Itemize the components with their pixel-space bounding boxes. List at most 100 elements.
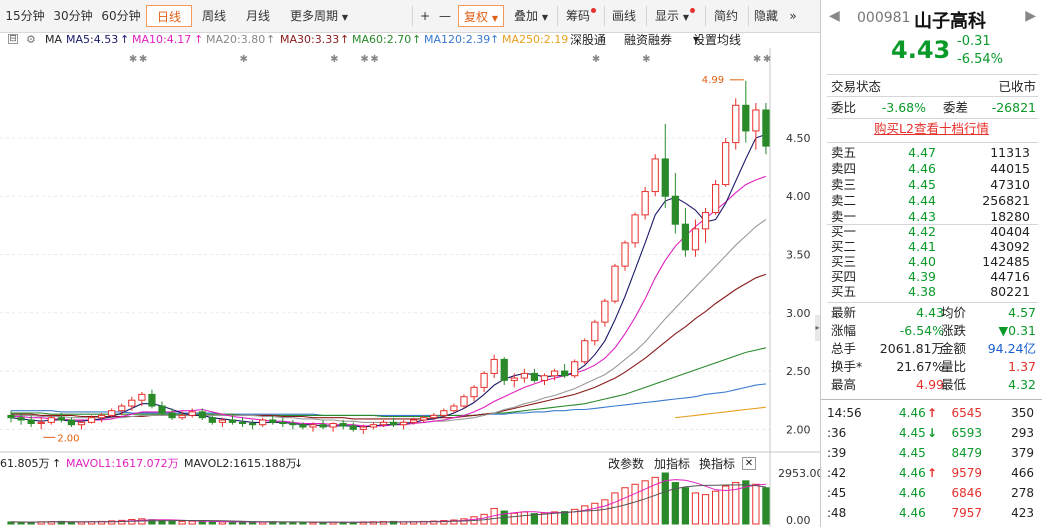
- shenggang-button[interactable]: 深股通: [570, 32, 606, 48]
- ask-row[interactable]: 卖四 4.46 44015: [831, 161, 1036, 177]
- bid-price: 4.39: [908, 269, 936, 284]
- more-periods-dropdown[interactable]: 更多周期 ▼: [284, 5, 354, 27]
- ask-price: 4.46: [908, 161, 936, 176]
- ask-row[interactable]: 卖一 4.43 18280: [831, 209, 1036, 225]
- ask-row[interactable]: 卖五 4.47 11313: [831, 145, 1036, 161]
- gear-icon[interactable]: ⚙: [26, 32, 36, 48]
- period-toolbar: 15分钟 30分钟 60分钟 日线 周线 月线 更多周期 ▼ + — 复权 ▼ …: [0, 0, 820, 33]
- change-param-button[interactable]: 改参数: [608, 456, 644, 472]
- bid-row[interactable]: 买三 4.40 142485: [831, 254, 1036, 269]
- volume-bar: [218, 521, 227, 525]
- ask-price: 4.43: [908, 209, 936, 224]
- display-dropdown[interactable]: 显示 ▼: [648, 5, 702, 27]
- event-markers: ✱ ✱ ✱ ✱ ✱ ✱ ✱ ✱ ✱ ✱: [43, 54, 771, 438]
- period-15min-button[interactable]: 15分钟: [2, 5, 48, 27]
- toggle-chart-icon[interactable]: ⊟: [8, 34, 18, 44]
- tick-row: :39 4.45 8479 379: [821, 444, 1038, 462]
- draw-line-button[interactable]: 画线: [606, 5, 642, 27]
- next-stock-icon[interactable]: ▶: [1025, 8, 1036, 24]
- period-weekly-button[interactable]: 周线: [194, 5, 234, 27]
- candle: [631, 212, 639, 248]
- stat-value: 4.43: [916, 305, 944, 320]
- ask-row[interactable]: 卖三 4.45 47310: [831, 177, 1036, 193]
- margin-button[interactable]: 融资融券: [624, 32, 672, 48]
- switch-indicator-button[interactable]: 换指标: [699, 456, 735, 472]
- tick-row: :45 4.46 6846 278: [821, 484, 1038, 502]
- candle: [128, 396, 136, 411]
- add-indicator-button[interactable]: 加指标: [654, 456, 690, 472]
- event-marker-icon[interactable]: ✱: [139, 54, 147, 65]
- overlay-dropdown[interactable]: 叠加 ▼: [508, 5, 554, 27]
- candle: [722, 137, 730, 187]
- period-30min-button[interactable]: 30分钟: [50, 5, 96, 27]
- hide-button[interactable]: 隐藏: [750, 5, 782, 27]
- candle: [37, 417, 45, 430]
- stock-code: 000981: [857, 10, 911, 26]
- tick-volume: 6545: [951, 406, 982, 420]
- prev-stock-icon[interactable]: ◀: [829, 8, 840, 24]
- price-axis: 4.50 4.00 3.50 3.00 2.50 2.00 2953.00 0.00: [778, 132, 820, 527]
- candle: [651, 154, 659, 197]
- price-tick-label: 4.00: [786, 190, 811, 203]
- tick-price: 4.46: [899, 506, 926, 520]
- volume-bar: [178, 520, 186, 525]
- weibi-label: 委比: [831, 100, 857, 115]
- tick-price: 4.45: [899, 446, 926, 460]
- candle: [279, 417, 287, 428]
- event-marker-icon[interactable]: ✱: [360, 54, 368, 65]
- bid-level-label: 买一: [831, 224, 857, 239]
- bid-level-label: 买二: [831, 239, 857, 254]
- tick-time: :42: [827, 466, 847, 480]
- tick-price: 4.46: [899, 466, 926, 480]
- candle: [349, 422, 357, 432]
- bid-row[interactable]: 买五 4.38 80221: [831, 284, 1036, 299]
- volume-legend: 61.805万 ↑ MAVOL1:1617.072万 MAVOL2:1615.1…: [0, 456, 760, 472]
- chips-button[interactable]: 筹码: [560, 5, 602, 27]
- event-marker-icon[interactable]: ✱: [592, 54, 600, 65]
- bid-level-label: 买三: [831, 254, 857, 269]
- event-marker-icon[interactable]: ✱: [763, 54, 771, 65]
- bid-row[interactable]: 买一 4.42 40404: [831, 224, 1036, 239]
- simple-mode-button[interactable]: 简约: [708, 5, 744, 27]
- event-marker-icon[interactable]: ✱: [370, 54, 378, 65]
- event-marker-icon[interactable]: ✱: [330, 54, 338, 65]
- arrow-up-icon: ↑: [194, 33, 204, 46]
- stat-value: 2061.81万: [879, 341, 944, 356]
- period-daily-button[interactable]: 日线: [146, 5, 192, 27]
- zoom-out-button[interactable]: —: [436, 5, 454, 27]
- stat-value: 4.57: [1008, 305, 1036, 320]
- candle: [238, 417, 247, 428]
- event-marker-icon[interactable]: ✱: [753, 54, 761, 65]
- zoom-in-button[interactable]: +: [416, 5, 434, 27]
- ask-level-label: 卖五: [831, 145, 857, 160]
- tick-row: :42 4.46 ↑ 9579 466: [821, 464, 1038, 482]
- period-monthly-button[interactable]: 月线: [238, 5, 278, 27]
- ask-row[interactable]: 卖二 4.44 256821: [831, 193, 1036, 209]
- event-marker-icon[interactable]: ✱: [129, 54, 137, 65]
- close-icon[interactable]: ✕: [742, 457, 756, 470]
- stat-row: 总手 2061.81万 金额 94.24亿: [831, 340, 1036, 358]
- event-marker-icon[interactable]: ✱: [642, 54, 650, 65]
- price-tick-label: 3.50: [786, 249, 811, 262]
- weicha-value: -26821: [991, 100, 1036, 115]
- volume-axis-top: 2953.00: [778, 467, 820, 480]
- volume-bar: [208, 521, 216, 525]
- more-arrow-button[interactable]: »: [784, 5, 802, 27]
- volume-bar: [198, 521, 206, 525]
- arrow-up-icon: ↑: [490, 33, 500, 46]
- event-marker-icon[interactable]: ✱: [240, 54, 248, 65]
- bid-row[interactable]: 买四 4.39 44716: [831, 269, 1036, 284]
- period-60min-button[interactable]: 60分钟: [98, 5, 144, 27]
- tick-price: 4.45: [899, 426, 926, 440]
- ma-label: MA: [45, 33, 63, 46]
- candle: [581, 338, 589, 365]
- bid-row[interactable]: 买二 4.41 43092: [831, 239, 1036, 254]
- candle: [641, 186, 649, 220]
- ask-level-label: 卖一: [831, 209, 857, 224]
- candle: [67, 417, 76, 428]
- price-change: -0.31: [957, 34, 991, 49]
- notification-dot-icon: [591, 8, 596, 13]
- fuquan-dropdown[interactable]: 复权 ▼: [458, 5, 504, 27]
- buy-l2-link[interactable]: 购买L2查看十档行情: [821, 120, 1042, 138]
- volume-bar: [711, 490, 720, 525]
